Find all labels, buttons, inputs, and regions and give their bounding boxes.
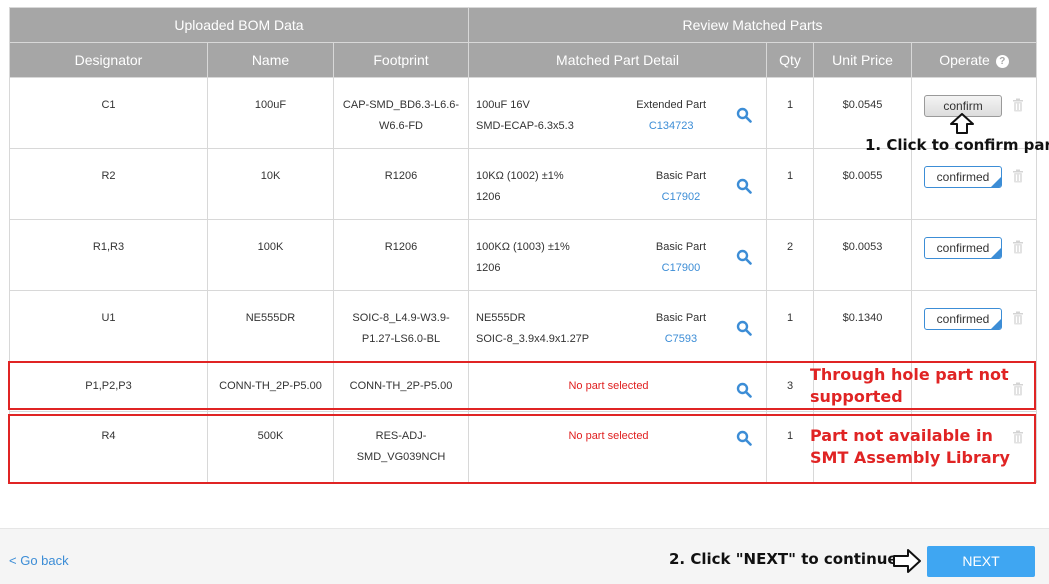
part-type-label: Basic Part xyxy=(655,170,707,182)
part-code-link[interactable]: C17900 xyxy=(656,258,706,279)
arrow-right-icon xyxy=(893,549,921,573)
trash-icon[interactable] xyxy=(1012,98,1024,112)
part-code-link[interactable]: C134723 xyxy=(636,116,706,137)
part-type-label: Extended Part xyxy=(636,99,707,111)
name-cell: NE555DR xyxy=(207,290,334,362)
qty-cell: 2 xyxy=(766,219,815,291)
footprint-cell: R1206 xyxy=(332,219,470,291)
name-cell: 100K xyxy=(207,219,334,291)
price-cell: $0.1340 xyxy=(813,290,913,362)
confirmed-label: confirmed xyxy=(936,312,990,326)
footprint-cell: SOIC-8_L4.9-W3.9-P1.27-LS6.0-BL xyxy=(332,290,470,362)
part-type-label: Basic Part xyxy=(655,241,707,253)
bom-table: Uploaded BOM Data Review Matched Parts D… xyxy=(8,7,1038,483)
help-icon[interactable]: ? xyxy=(995,55,1009,68)
operate-cell: confirmed xyxy=(911,148,1038,220)
confirmed-button[interactable]: confirmed xyxy=(924,308,1003,330)
magnifier-icon[interactable] xyxy=(736,178,752,194)
designator-cell: U1 xyxy=(9,290,208,362)
detail-package: SMD-ECAP-6.3x5.3 xyxy=(476,120,574,132)
check-corner-icon xyxy=(991,248,1002,258)
next-button[interactable]: NEXT xyxy=(927,546,1035,577)
confirmed-button[interactable]: confirmed xyxy=(924,237,1003,259)
not-available-annotation: Part not available in SMT Assembly Libra… xyxy=(810,426,1010,467)
trash-icon[interactable] xyxy=(1012,169,1024,183)
qty-cell: 1 xyxy=(766,148,815,220)
table-row: R2 10K R1206 10KΩ (1002) ±1% 1206 Basic … xyxy=(9,148,1038,220)
through-hole-annotation: Through hole part not supported xyxy=(810,365,1009,406)
magnifier-icon[interactable] xyxy=(736,320,752,336)
designator-cell: C1 xyxy=(9,77,208,149)
part-code-link[interactable]: C17902 xyxy=(656,187,706,208)
designator-cell: R2 xyxy=(9,148,208,220)
table-row: U1 NE555DR SOIC-8_L4.9-W3.9-P1.27-LS6.0-… xyxy=(9,290,1038,362)
col-operate: Operate? xyxy=(911,42,1038,78)
part-type: Basic Part C7593 xyxy=(656,308,706,350)
col-operate-label: Operate xyxy=(939,52,990,68)
operate-cell: confirmed xyxy=(911,219,1038,291)
col-detail: Matched Part Detail xyxy=(468,42,768,78)
footprint-cell: CAP-SMD_BD6.3-L6.6-W6.6-FD xyxy=(332,77,470,149)
matched-detail-cell: 100KΩ (1003) ±1% 1206 Basic Part C17900 xyxy=(468,219,768,291)
price-cell: $0.0053 xyxy=(813,219,913,291)
trash-icon[interactable] xyxy=(1012,311,1024,325)
check-corner-icon xyxy=(991,319,1002,329)
designator-cell: R1,R3 xyxy=(9,219,208,291)
col-footprint: Footprint xyxy=(332,42,470,78)
trash-icon[interactable] xyxy=(1012,240,1024,254)
name-cell: 10K xyxy=(207,148,334,220)
matched-detail-cell: NE555DR SOIC-8_3.9x4.9x1.27P Basic Part C… xyxy=(468,290,768,362)
qty-cell: 1 xyxy=(766,290,815,362)
name-cell: 100uF xyxy=(207,77,334,149)
go-back-link[interactable]: < Go back xyxy=(9,553,69,568)
confirmed-label: confirmed xyxy=(936,170,990,184)
detail-desc: NE555DR xyxy=(476,312,526,324)
click-next-annotation: 2. Click "NEXT" to continue xyxy=(669,550,898,568)
col-designator: Designator xyxy=(9,42,208,78)
detail-package: 1206 xyxy=(476,191,501,203)
part-type: Basic Part C17900 xyxy=(656,237,706,279)
col-unit-price: Unit Price xyxy=(813,42,913,78)
arrow-up-icon xyxy=(950,113,974,134)
detail-package: SOIC-8_3.9x4.9x1.27P xyxy=(476,333,590,345)
magnifier-icon[interactable] xyxy=(736,249,752,265)
review-matched-header: Review Matched Parts xyxy=(468,7,1038,43)
confirmed-label: confirmed xyxy=(936,241,990,255)
footer-bar: < Go back 2. Click "NEXT" to continue NE… xyxy=(0,528,1049,584)
part-code-link[interactable]: C7593 xyxy=(656,329,706,350)
col-qty: Qty xyxy=(766,42,815,78)
detail-desc: 100uF 16V xyxy=(476,99,530,111)
confirmed-button[interactable]: confirmed xyxy=(924,166,1003,188)
uploaded-bom-header: Uploaded BOM Data xyxy=(8,7,470,43)
detail-desc: 10KΩ (1002) ±1% xyxy=(476,170,564,182)
part-type: Basic Part C17902 xyxy=(656,166,706,208)
matched-detail-cell: 100uF 16V SMD-ECAP-6.3x5.3 Extended Part… xyxy=(468,77,768,149)
table-row: R1,R3 100K R1206 100KΩ (1003) ±1% 1206 B… xyxy=(9,219,1038,291)
matched-detail-cell: 10KΩ (1002) ±1% 1206 Basic Part C17902 xyxy=(468,148,768,220)
footprint-cell: R1206 xyxy=(332,148,470,220)
qty-cell: 1 xyxy=(766,77,815,149)
col-name: Name xyxy=(207,42,334,78)
check-corner-icon xyxy=(991,177,1002,187)
magnifier-icon[interactable] xyxy=(736,107,752,123)
detail-package: 1206 xyxy=(476,262,501,274)
detail-desc: 100KΩ (1003) ±1% xyxy=(476,241,570,253)
click-confirm-annotation: 1. Click to confirm part xyxy=(865,136,1049,154)
operate-cell: confirmed xyxy=(911,290,1038,362)
part-type: Extended Part C134723 xyxy=(636,95,706,137)
part-type-label: Basic Part xyxy=(655,312,707,324)
price-cell: $0.0055 xyxy=(813,148,913,220)
